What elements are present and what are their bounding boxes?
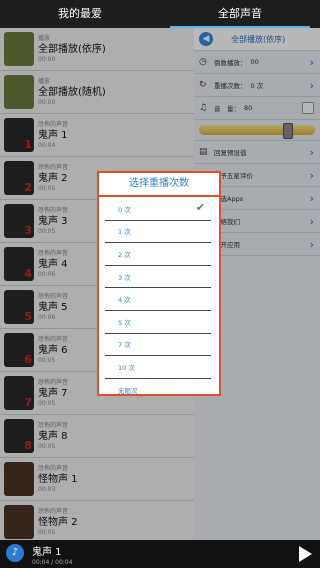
- repeat-option[interactable]: 3 次: [105, 266, 211, 289]
- repeat-option[interactable]: 2 次: [105, 243, 211, 266]
- repeat-option-label: 1 次: [118, 228, 131, 237]
- tab-favorites[interactable]: 我的最爱: [0, 0, 160, 28]
- tab-bar: 我的最爱 全部声音: [0, 0, 320, 28]
- tab-all-sounds[interactable]: 全部声音: [160, 0, 320, 28]
- repeat-option-label: 7 次: [118, 341, 131, 350]
- repeat-option[interactable]: 7 次: [105, 334, 211, 357]
- repeat-option-label: 10 次: [118, 363, 135, 372]
- now-playing-title: 鬼声 1: [32, 547, 62, 558]
- repeat-option[interactable]: 10 次: [105, 356, 211, 379]
- repeat-option[interactable]: 4 次: [105, 288, 211, 311]
- repeat-option[interactable]: 1 次: [105, 221, 211, 244]
- repeat-option[interactable]: 无限次: [105, 379, 211, 401]
- repeat-option-label: 4 次: [118, 296, 131, 305]
- repeat-option-label: 3 次: [118, 273, 131, 282]
- play-icon[interactable]: [299, 546, 312, 562]
- repeat-options: 0 次 ✔ 1 次 2 次 3 次 4 次 5 次 7 次 10 次无限次: [105, 198, 211, 400]
- repeat-option-label: 0 次: [118, 205, 131, 214]
- repeat-option[interactable]: 0 次 ✔: [105, 198, 211, 221]
- music-note-icon[interactable]: ♪: [6, 544, 24, 562]
- repeat-option-label: 5 次: [118, 318, 131, 327]
- checkmark-icon: ✔: [195, 201, 205, 214]
- repeat-option-label: 无限次: [118, 386, 138, 395]
- dialog-title: 选择重播次数: [99, 173, 219, 197]
- repeat-option[interactable]: 5 次: [105, 311, 211, 334]
- player-bar: ♪ 鬼声 1 00:04 / 00:04: [0, 540, 320, 568]
- repeat-option-label: 2 次: [118, 250, 131, 259]
- now-playing-time: 00:04 / 00:04: [32, 559, 73, 566]
- repeat-count-dialog: 选择重播次数 0 次 ✔ 1 次 2 次 3 次 4 次 5 次 7 次 10 次无限次: [97, 171, 221, 396]
